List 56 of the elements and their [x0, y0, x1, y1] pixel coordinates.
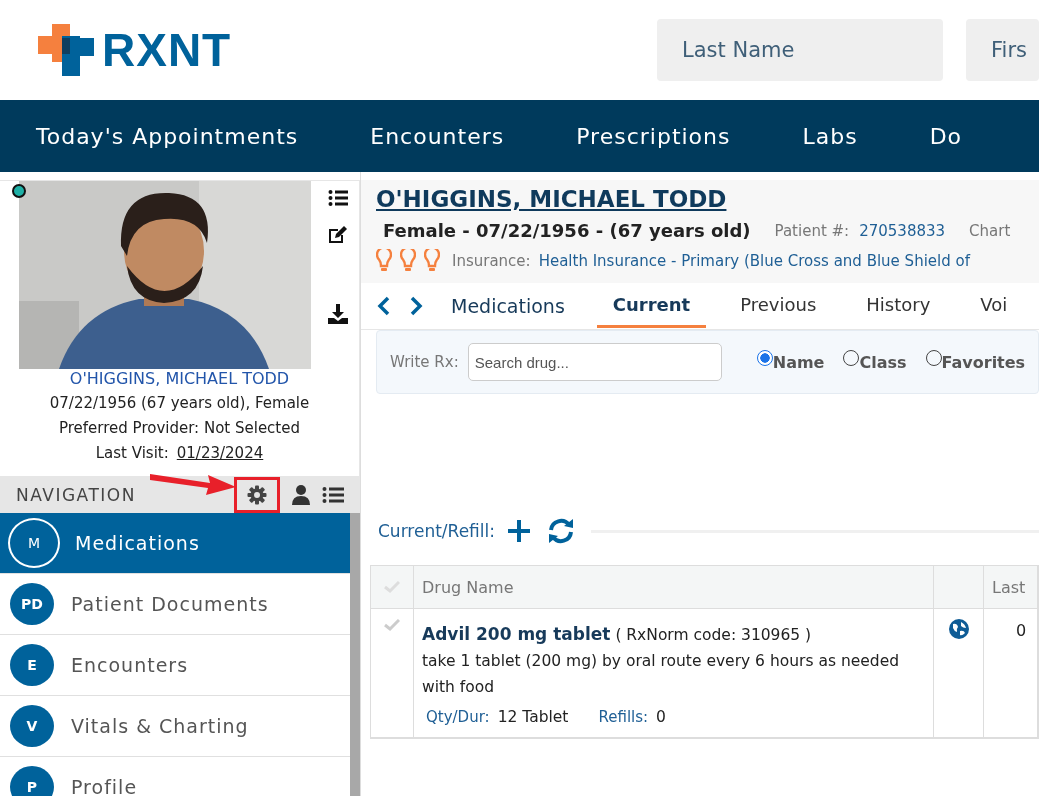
initials-badge: E [10, 644, 54, 686]
current-refill-label: Current/Refill: [378, 521, 495, 541]
section-title: Medications [451, 295, 565, 317]
patient-name[interactable]: O'HIGGINS, MICHAEL TODD [69, 366, 290, 391]
initials-badge: P [10, 766, 54, 796]
navigation-label: Medications [75, 532, 200, 554]
radio-option[interactable]: Name [756, 352, 825, 372]
navigation-item[interactable]: PD Patient Documents [0, 574, 350, 635]
chart-label: Chart [969, 221, 1011, 240]
refills-value: 0 [656, 707, 666, 728]
column-header[interactable]: Drug Name [422, 577, 514, 597]
patient-number-label: Patient #: [774, 221, 850, 240]
last-visit-label: Last Visit: [95, 443, 169, 464]
write-rx-label: Write Rx: [390, 353, 459, 371]
logo[interactable]: RXNT [38, 22, 232, 78]
patient-number: 270538833 [859, 221, 946, 240]
navigation-label: Vitals & Charting [71, 715, 249, 737]
refills-label: Refills: [598, 707, 649, 728]
search-field[interactable]: Last Name [657, 19, 943, 81]
nav-link[interactable]: Today's Appointments [36, 123, 299, 149]
navigation-title: NAVIGATION [16, 485, 136, 505]
insurance-link[interactable]: Health Insurance - Primary (Blue Cross and Blue Shield of [538, 252, 970, 270]
initials-badge: V [10, 705, 54, 747]
patient-name[interactable]: O'HIGGINS, MICHAEL TODD [376, 186, 1039, 212]
navigation-item[interactable]: V Vitals & Charting [0, 696, 350, 757]
navigation-item[interactable]: M Medications [0, 513, 350, 574]
search-field[interactable]: Firs [966, 19, 1039, 81]
navigation-label: Encounters [71, 654, 189, 676]
rxnorm-code: ( RxNorm code: 310965 ) [615, 626, 812, 644]
tab[interactable]: Voi [964, 284, 1024, 328]
last-visit-link[interactable]: 01/23/2024 [176, 441, 264, 466]
nav-link[interactable]: Do [929, 123, 963, 149]
nav-link[interactable]: Encounters [370, 123, 505, 149]
navigation-label: Patient Documents [71, 593, 269, 615]
initials-badge: M [8, 518, 60, 568]
nav-link[interactable]: Labs [802, 123, 858, 149]
navigation-label: Profile [71, 776, 138, 796]
tab[interactable]: Previous [724, 284, 833, 328]
drug-instructions: take 1 tablet (200 mg) by oral route every 6 hours as needed with food [422, 651, 900, 698]
preferred-provider: Preferred Provider: Not Selected [59, 418, 300, 439]
radio-option[interactable]: Favorites [925, 352, 1026, 372]
patient-summary: Female - 07/22/1956 - (67 years old) [383, 220, 751, 241]
navigation-item[interactable]: P Profile [0, 757, 350, 796]
column-header[interactable]: Last [992, 577, 1026, 597]
tab[interactable]: History [850, 284, 947, 328]
navigation-item[interactable]: E Encounters [0, 635, 350, 696]
initials-badge: PD [10, 583, 54, 625]
radio-option[interactable]: Class [843, 352, 907, 372]
qty-label: Qty/Dur: [426, 707, 490, 728]
qty-value: 12 Tablet [497, 707, 569, 728]
insurance-label: Insurance: [452, 252, 531, 270]
nav-link[interactable]: Prescriptions [576, 123, 731, 149]
patient-details: 07/22/1956 (67 years old), Female [49, 393, 310, 414]
search-field[interactable]: Search drug... [467, 343, 722, 381]
drug-name: Advil 200 mg tablet [422, 624, 611, 644]
table-cell: 0 [1016, 621, 1027, 640]
